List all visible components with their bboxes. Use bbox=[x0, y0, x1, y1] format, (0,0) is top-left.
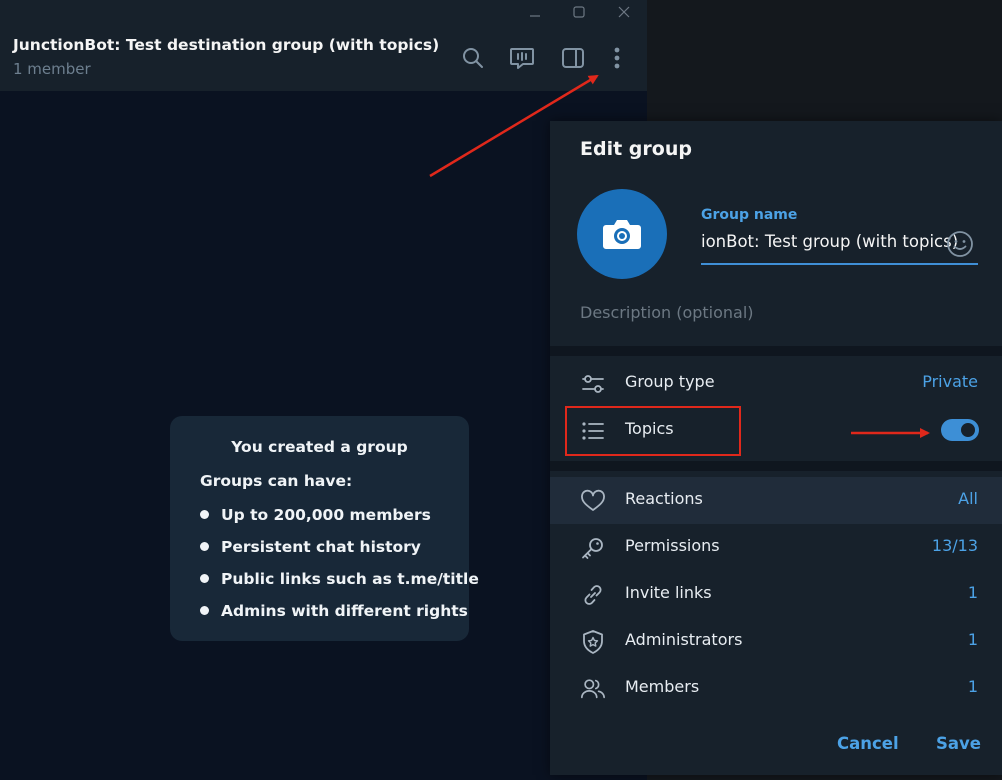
invite-links-row[interactable]: Invite links 1 bbox=[550, 571, 1002, 618]
reactions-value: All bbox=[958, 489, 978, 508]
reactions-row[interactable]: Reactions All bbox=[550, 477, 1002, 524]
bullet-icon bbox=[200, 574, 209, 583]
info-card-title: You created a group bbox=[231, 438, 408, 456]
info-card-item: Persistent chat history bbox=[200, 538, 421, 556]
group-name-input[interactable]: ionBot: Test group (with topics) bbox=[701, 229, 978, 265]
permissions-value: 13/13 bbox=[931, 536, 978, 555]
info-card-subtitle: Groups can have: bbox=[200, 472, 353, 490]
group-type-value: Private bbox=[922, 372, 978, 391]
emoji-icon[interactable] bbox=[946, 230, 974, 258]
key-icon bbox=[580, 535, 606, 561]
invite-links-value: 1 bbox=[967, 583, 978, 602]
members-value: 1 bbox=[967, 677, 978, 696]
minimize-icon[interactable] bbox=[512, 0, 558, 24]
set-photo-button[interactable] bbox=[577, 189, 667, 279]
search-icon[interactable] bbox=[460, 45, 486, 71]
group-type-label: Group type bbox=[625, 372, 715, 391]
topics-toggle[interactable] bbox=[941, 419, 979, 441]
members-label: Members bbox=[625, 677, 700, 696]
chat-header[interactable]: JunctionBot: Test destination group (wit… bbox=[0, 24, 647, 91]
group-created-card: You created a group Groups can have: Up … bbox=[170, 416, 479, 641]
reactions-label: Reactions bbox=[625, 489, 703, 508]
cancel-button[interactable]: Cancel bbox=[837, 734, 899, 753]
camera-icon bbox=[603, 220, 641, 249]
description-input[interactable]: Description (optional) bbox=[580, 303, 754, 322]
bullet-icon bbox=[200, 542, 209, 551]
heart-icon bbox=[580, 488, 606, 514]
section-divider bbox=[550, 461, 1002, 471]
info-card-item: Public links such as t.me/title bbox=[200, 570, 479, 588]
window-titlebar bbox=[0, 0, 647, 24]
bullet-icon bbox=[200, 510, 209, 519]
sidebar-toggle-icon[interactable] bbox=[560, 45, 586, 71]
group-type-icon bbox=[580, 371, 606, 397]
group-type-row[interactable]: Group type Private bbox=[550, 360, 1002, 407]
panel-title: Edit group bbox=[580, 138, 692, 160]
info-card-item: Admins with different rights bbox=[200, 602, 468, 620]
bullet-icon bbox=[200, 606, 209, 615]
maximize-icon[interactable] bbox=[556, 0, 602, 24]
permissions-row[interactable]: Permissions 13/13 bbox=[550, 524, 1002, 571]
live-stream-icon[interactable] bbox=[509, 45, 535, 71]
administrators-value: 1 bbox=[967, 630, 978, 649]
group-name-label: Group name bbox=[701, 207, 798, 223]
save-button[interactable]: Save bbox=[936, 734, 981, 753]
administrators-label: Administrators bbox=[625, 630, 743, 649]
topics-highlight-box bbox=[565, 406, 741, 456]
members-row[interactable]: Members 1 bbox=[550, 665, 1002, 712]
member-count: 1 member bbox=[13, 60, 91, 78]
info-card-item: Up to 200,000 members bbox=[200, 506, 431, 524]
shield-star-icon bbox=[580, 629, 606, 655]
group-name-value[interactable]: ionBot: Test group (with topics) bbox=[701, 232, 958, 251]
more-vertical-icon[interactable] bbox=[604, 45, 630, 71]
toggle-knob bbox=[959, 421, 977, 439]
link-icon bbox=[580, 582, 606, 608]
administrators-row[interactable]: Administrators 1 bbox=[550, 618, 1002, 665]
chat-title[interactable]: JunctionBot: Test destination group (wit… bbox=[13, 36, 439, 54]
permissions-label: Permissions bbox=[625, 536, 720, 555]
members-icon bbox=[580, 676, 606, 702]
section-divider bbox=[550, 346, 1002, 356]
invite-links-label: Invite links bbox=[625, 583, 712, 602]
close-icon[interactable] bbox=[601, 0, 647, 24]
